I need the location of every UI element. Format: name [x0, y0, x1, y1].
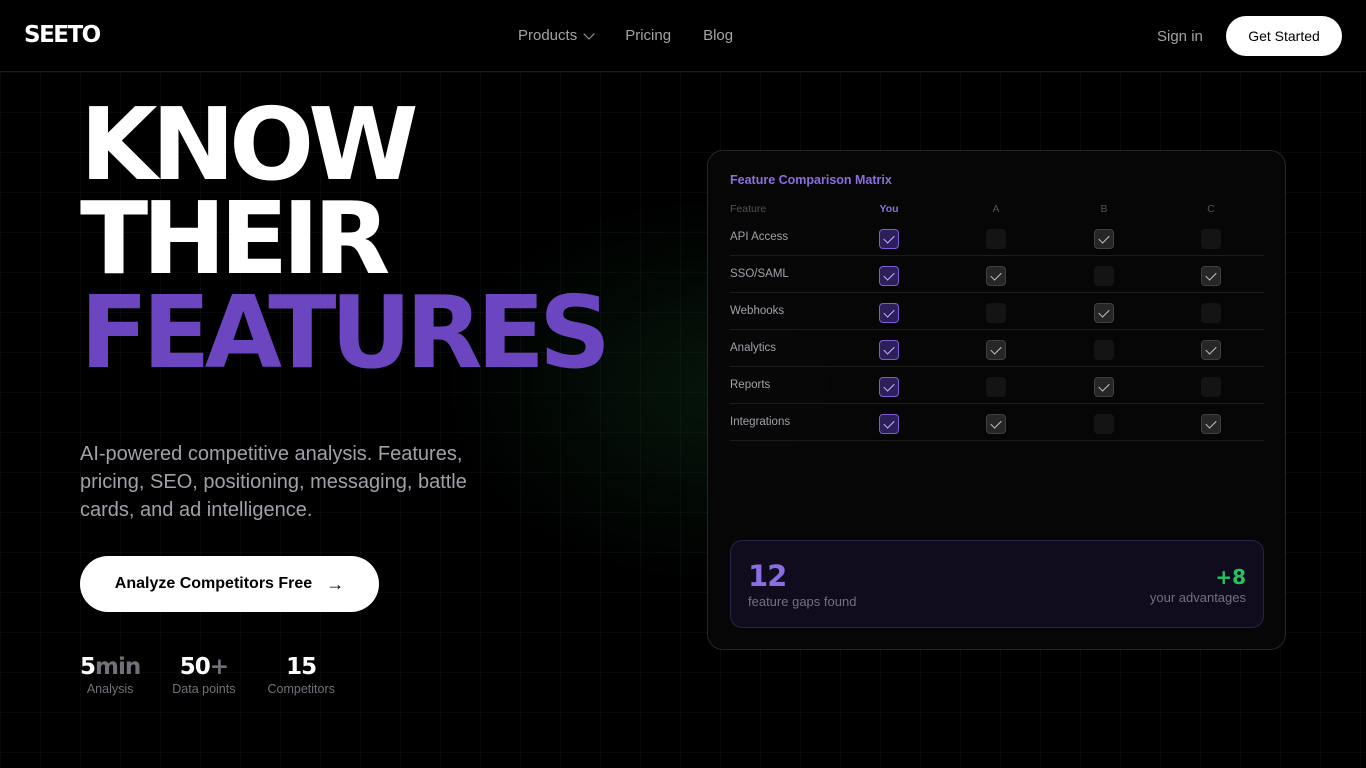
matrix-header-feature: Feature: [730, 203, 767, 215]
nav-item-label: Pricing: [625, 27, 672, 44]
matrix-header-row: Feature You A B C: [730, 201, 1264, 219]
matrix-feature-name: Analytics: [730, 342, 777, 354]
matrix-col-c: C: [1207, 203, 1215, 215]
stat-label: Analysis: [86, 682, 134, 696]
matrix-col-b: B: [1100, 203, 1108, 215]
matrix-feature-name: Reports: [730, 379, 771, 391]
check-icon: [1201, 340, 1221, 360]
matrix-row: API Access: [730, 219, 1264, 256]
matrix-row: Analytics: [730, 330, 1264, 367]
nav-item-pricing[interactable]: Pricing: [625, 27, 671, 44]
arrow-right-icon: →: [326, 573, 345, 594]
advantages-label: your advantages: [1149, 590, 1246, 605]
matrix-row: Reports: [730, 367, 1264, 404]
check-icon: [1094, 229, 1114, 249]
empty-check-cell: [1201, 229, 1221, 249]
empty-check-cell: [986, 229, 1006, 249]
check-icon: [986, 414, 1006, 434]
check-icon: [879, 229, 899, 249]
check-icon: [1201, 266, 1221, 286]
stat-label: Competitors: [267, 682, 335, 696]
hero-stats: 5min Analysis 50+ Data points 15 Competi…: [80, 654, 367, 696]
matrix-feature-name: Integrations: [730, 416, 791, 428]
check-icon: [879, 303, 899, 323]
empty-check-cell: [986, 377, 1006, 397]
matrix-row: Webhooks: [730, 293, 1264, 330]
check-icon: [879, 377, 899, 397]
matrix-col-a: A: [992, 203, 1000, 215]
sign-in-link[interactable]: Sign in: [1157, 28, 1203, 45]
stat-value: 50+: [179, 654, 229, 680]
stat-value: 5min: [80, 654, 141, 680]
check-icon: [879, 266, 899, 286]
empty-check-cell: [1201, 377, 1221, 397]
summary-panel: 12 feature gaps found +8 your advantages: [730, 540, 1264, 628]
matrix-feature-name: SSO/SAML: [730, 268, 789, 280]
check-icon: [1201, 414, 1221, 434]
matrix-feature-name: Webhooks: [730, 305, 785, 317]
stat-label: Data points: [172, 682, 236, 696]
check-icon: [986, 340, 1006, 360]
check-icon: [879, 414, 899, 434]
empty-check-cell: [1094, 414, 1114, 434]
cta-label: Analyze Competitors Free: [114, 575, 313, 592]
matrix-row: Integrations: [730, 404, 1264, 441]
empty-check-cell: [1094, 340, 1114, 360]
advantages-count: +8: [1215, 565, 1246, 589]
feature-matrix: Feature You A B C API Access SSO/SAML Webh…: [730, 201, 1264, 441]
hero-title: KNOW THEIR FEATURES: [80, 86, 611, 391]
empty-check-cell: [1094, 266, 1114, 286]
brand-logo[interactable]: SEETO: [24, 22, 101, 48]
hero-title-line-accent: FEATURES: [80, 274, 611, 391]
check-icon: [1094, 303, 1114, 323]
matrix-feature-name: API Access: [730, 231, 789, 243]
stat-item: 5min Analysis: [80, 654, 141, 696]
get-started-button[interactable]: Get Started: [1226, 16, 1342, 56]
matrix-col-you: You: [879, 203, 899, 215]
hero-title-line: THEIR: [80, 180, 390, 297]
stat-value: 15: [286, 654, 317, 680]
nav-item-products[interactable]: Products: [518, 27, 595, 44]
nav-links: Products Pricing Blog: [518, 27, 765, 44]
matrix-row: SSO/SAML: [730, 256, 1264, 293]
nav-item-blog[interactable]: Blog: [703, 27, 733, 44]
matrix-title: Feature Comparison Matrix: [730, 173, 892, 187]
gaps-count: 12: [748, 559, 787, 593]
analyze-competitors-button[interactable]: Analyze Competitors Free →: [80, 556, 379, 612]
top-nav: SEETO Products Pricing Blog Sign in Get …: [0, 0, 1366, 72]
gaps-label: feature gaps found: [748, 594, 857, 609]
nav-item-label: Blog: [703, 27, 734, 44]
stat-item: 50+ Data points: [172, 654, 235, 696]
check-icon: [879, 340, 899, 360]
hero-title-line: KNOW: [80, 86, 419, 203]
empty-check-cell: [986, 303, 1006, 323]
check-icon: [1094, 377, 1114, 397]
feature-matrix-card: Feature Comparison Matrix Feature You A …: [707, 150, 1286, 650]
hero-subtitle: AI-powered competitive analysis. Feature…: [80, 443, 467, 521]
empty-check-cell: [1201, 303, 1221, 323]
chevron-down-icon: [583, 27, 595, 40]
stat-item: 15 Competitors: [267, 654, 334, 696]
nav-item-label: Products: [518, 27, 578, 44]
check-icon: [986, 266, 1006, 286]
